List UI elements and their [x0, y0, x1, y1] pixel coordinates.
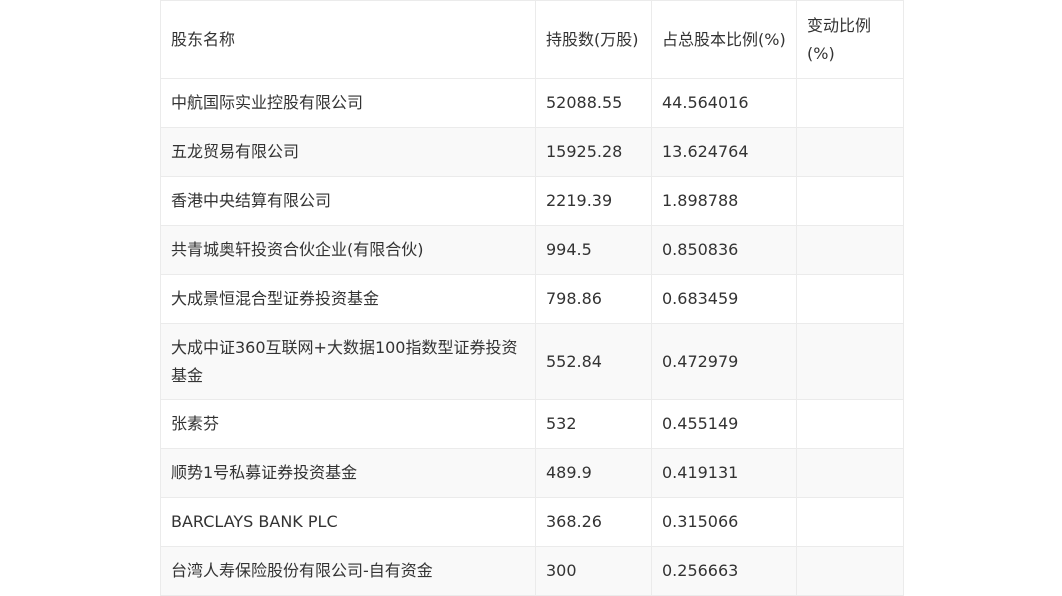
table-row: 五龙贸易有限公司 15925.28 13.624764: [160, 127, 904, 177]
header-row: 股东名称 持股数(万股) 占总股本比例(%) 变动比例(%): [160, 0, 904, 79]
cell-share-ratio: 0.256663: [651, 546, 797, 596]
cell-change-ratio: [796, 323, 904, 400]
cell-share-ratio: 0.683459: [651, 274, 797, 324]
cell-share-ratio: 1.898788: [651, 176, 797, 226]
cell-shares-held: 15925.28: [535, 127, 652, 177]
header-change-ratio: 变动比例(%): [796, 0, 904, 79]
header-shares-held: 持股数(万股): [535, 0, 652, 79]
cell-change-ratio: [796, 497, 904, 547]
cell-shares-held: 994.5: [535, 225, 652, 275]
cell-share-ratio: 0.419131: [651, 448, 797, 498]
cell-change-ratio: [796, 127, 904, 177]
table-row: 大成中证360互联网+大数据100指数型证券投资基金 552.84 0.4729…: [160, 323, 904, 400]
cell-change-ratio: [796, 176, 904, 226]
table-row: 大成景恒混合型证券投资基金 798.86 0.683459: [160, 274, 904, 324]
header-shareholder-name: 股东名称: [160, 0, 536, 79]
cell-shareholder-name: 台湾人寿保险股份有限公司-自有资金: [160, 546, 536, 596]
cell-share-ratio: 44.564016: [651, 78, 797, 128]
cell-shareholder-name: 共青城奥轩投资合伙企业(有限合伙): [160, 225, 536, 275]
table-row: 香港中央结算有限公司 2219.39 1.898788: [160, 176, 904, 226]
cell-change-ratio: [796, 274, 904, 324]
cell-change-ratio: [796, 78, 904, 128]
cell-shareholder-name: BARCLAYS BANK PLC: [160, 497, 536, 547]
cell-shares-held: 52088.55: [535, 78, 652, 128]
table-row: 张素芬 532 0.455149: [160, 399, 904, 449]
cell-shareholder-name: 大成中证360互联网+大数据100指数型证券投资基金: [160, 323, 536, 400]
cell-shareholder-name: 香港中央结算有限公司: [160, 176, 536, 226]
table-body: 中航国际实业控股有限公司 52088.55 44.564016 五龙贸易有限公司…: [160, 78, 904, 596]
cell-shares-held: 368.26: [535, 497, 652, 547]
cell-share-ratio: 0.455149: [651, 399, 797, 449]
table-row: 共青城奥轩投资合伙企业(有限合伙) 994.5 0.850836: [160, 225, 904, 275]
shareholder-table-container: 股东名称 持股数(万股) 占总股本比例(%) 变动比例(%) 中航国际实业控股有…: [160, 0, 904, 596]
cell-shares-held: 489.9: [535, 448, 652, 498]
cell-shareholder-name: 顺势1号私募证券投资基金: [160, 448, 536, 498]
cell-share-ratio: 0.850836: [651, 225, 797, 275]
cell-shares-held: 552.84: [535, 323, 652, 400]
cell-shares-held: 2219.39: [535, 176, 652, 226]
cell-change-ratio: [796, 546, 904, 596]
table-row: 顺势1号私募证券投资基金 489.9 0.419131: [160, 448, 904, 498]
table-header: 股东名称 持股数(万股) 占总股本比例(%) 变动比例(%): [160, 0, 904, 79]
shareholder-table: 股东名称 持股数(万股) 占总股本比例(%) 变动比例(%) 中航国际实业控股有…: [160, 0, 904, 596]
cell-shareholder-name: 中航国际实业控股有限公司: [160, 78, 536, 128]
table-row: BARCLAYS BANK PLC 368.26 0.315066: [160, 497, 904, 547]
table-row: 台湾人寿保险股份有限公司-自有资金 300 0.256663: [160, 546, 904, 596]
table-row: 中航国际实业控股有限公司 52088.55 44.564016: [160, 78, 904, 128]
cell-shareholder-name: 大成景恒混合型证券投资基金: [160, 274, 536, 324]
cell-shares-held: 532: [535, 399, 652, 449]
cell-shareholder-name: 五龙贸易有限公司: [160, 127, 536, 177]
cell-share-ratio: 0.315066: [651, 497, 797, 547]
cell-share-ratio: 0.472979: [651, 323, 797, 400]
cell-shares-held: 798.86: [535, 274, 652, 324]
cell-change-ratio: [796, 448, 904, 498]
cell-shareholder-name: 张素芬: [160, 399, 536, 449]
cell-change-ratio: [796, 399, 904, 449]
cell-change-ratio: [796, 225, 904, 275]
header-share-ratio: 占总股本比例(%): [651, 0, 797, 79]
cell-shares-held: 300: [535, 546, 652, 596]
cell-share-ratio: 13.624764: [651, 127, 797, 177]
